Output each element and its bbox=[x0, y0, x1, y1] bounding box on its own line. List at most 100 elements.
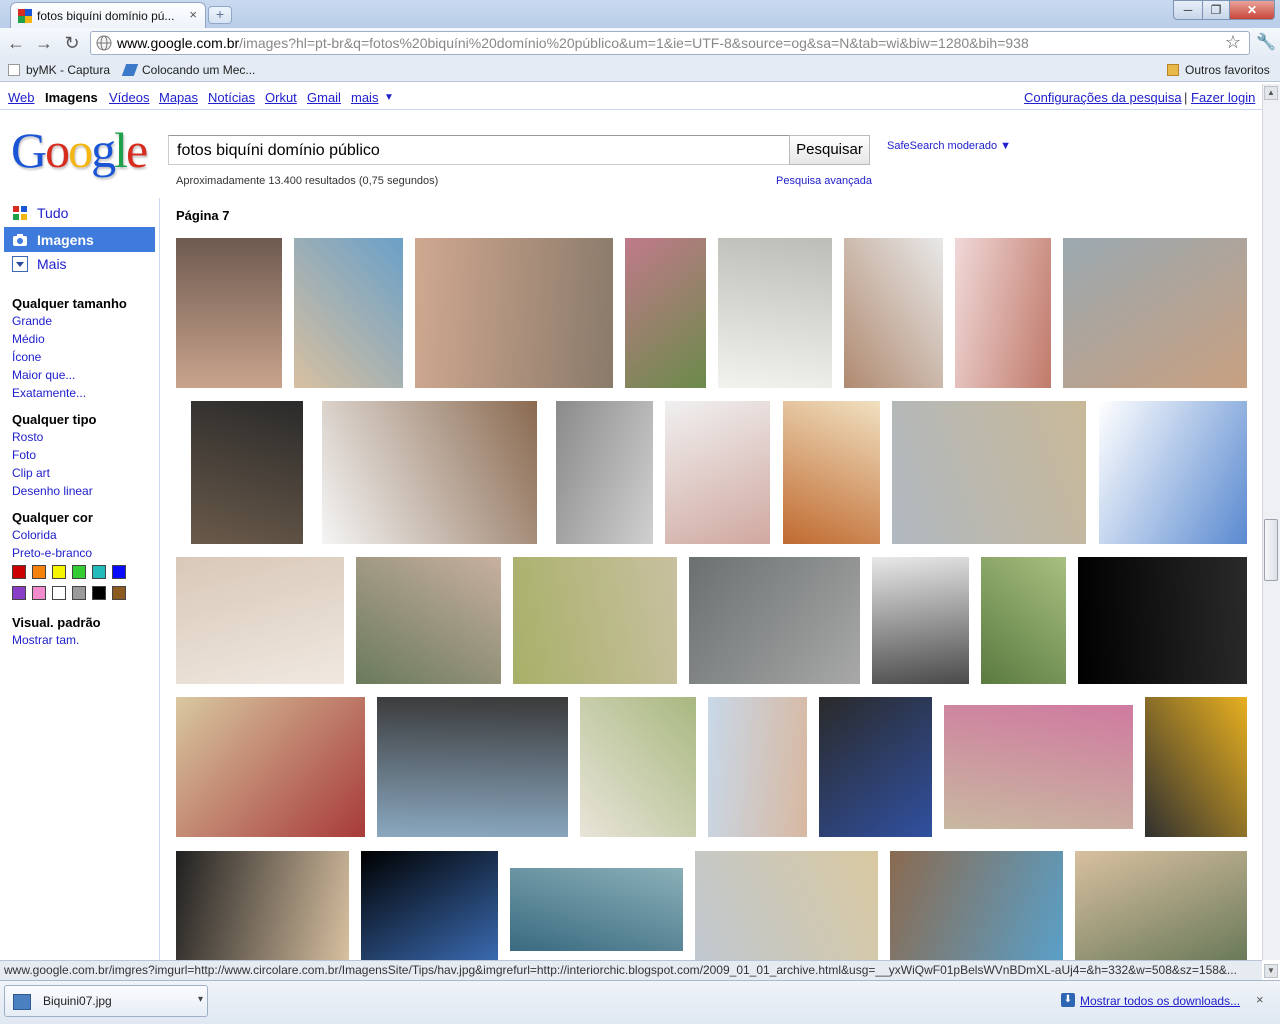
nav-item-all[interactable]: Tudo bbox=[12, 205, 68, 221]
color-swatch[interactable] bbox=[12, 586, 26, 600]
image-thumbnail[interactable] bbox=[625, 238, 706, 388]
tab-active[interactable]: fotos biquíni domínio pú... × bbox=[10, 2, 206, 28]
safesearch-dropdown[interactable]: SafeSearch moderado ▼ bbox=[887, 140, 1011, 152]
bookmark-item-capture[interactable]: byMK - Captura bbox=[8, 63, 110, 77]
filter-type-face[interactable]: Rosto bbox=[12, 430, 43, 444]
gbar-link-web[interactable]: Web bbox=[8, 90, 35, 105]
image-thumbnail[interactable] bbox=[322, 401, 537, 544]
image-thumbnail[interactable] bbox=[580, 697, 696, 837]
download-item[interactable]: Biquini07.jpg ▾ bbox=[4, 985, 208, 1017]
color-swatch[interactable] bbox=[92, 586, 106, 600]
nav-item-images[interactable]: Imagens bbox=[4, 227, 155, 252]
nav-item-more[interactable]: Mais bbox=[12, 256, 67, 272]
chevron-down-icon[interactable]: ▾ bbox=[198, 994, 203, 1005]
image-thumbnail[interactable] bbox=[176, 851, 349, 960]
scroll-thumb[interactable] bbox=[1264, 519, 1278, 581]
filter-color-full[interactable]: Colorida bbox=[12, 528, 57, 542]
search-settings-link[interactable]: Configurações da pesquisa bbox=[1024, 90, 1182, 105]
image-thumbnail[interactable] bbox=[981, 557, 1066, 684]
google-logo[interactable]: Google bbox=[11, 125, 148, 175]
login-link[interactable]: Fazer login bbox=[1191, 90, 1255, 105]
maximize-button[interactable]: ❐ bbox=[1202, 0, 1230, 20]
color-swatch[interactable] bbox=[52, 586, 66, 600]
image-thumbnail[interactable] bbox=[176, 697, 365, 837]
filter-color-heading[interactable]: Qualquer cor bbox=[12, 510, 93, 525]
bookmark-item-mec[interactable]: Colocando um Mec... bbox=[121, 63, 255, 77]
advanced-search-link[interactable]: Pesquisa avançada bbox=[776, 175, 872, 187]
image-thumbnail[interactable] bbox=[819, 697, 932, 837]
image-thumbnail[interactable] bbox=[1078, 557, 1247, 684]
image-thumbnail[interactable] bbox=[1063, 238, 1247, 388]
color-swatch[interactable] bbox=[32, 565, 46, 579]
image-thumbnail[interactable] bbox=[1145, 697, 1247, 837]
image-thumbnail[interactable] bbox=[513, 557, 677, 684]
scroll-down-icon[interactable]: ▼ bbox=[1264, 964, 1278, 978]
image-thumbnail[interactable] bbox=[361, 851, 498, 960]
filter-size-medium[interactable]: Médio bbox=[12, 332, 45, 346]
gbar-link-gmail[interactable]: Gmail bbox=[307, 90, 341, 105]
image-thumbnail[interactable] bbox=[783, 401, 880, 544]
gbar-link-orkut[interactable]: Orkut bbox=[265, 90, 297, 105]
image-thumbnail[interactable] bbox=[191, 401, 303, 544]
image-thumbnail[interactable] bbox=[708, 697, 807, 837]
search-input[interactable]: fotos biquíni domínio público bbox=[168, 135, 790, 165]
filter-size-larger[interactable]: Maior que... bbox=[12, 368, 75, 382]
new-tab-button[interactable]: + bbox=[208, 6, 232, 24]
filter-color-bw[interactable]: Preto-e-branco bbox=[12, 546, 92, 560]
image-thumbnail[interactable] bbox=[1099, 401, 1247, 544]
image-thumbnail[interactable] bbox=[377, 697, 568, 837]
minimize-button[interactable]: ─ bbox=[1173, 0, 1203, 20]
filter-size-large[interactable]: Grande bbox=[12, 314, 52, 328]
forward-button[interactable]: → bbox=[33, 33, 55, 53]
wrench-menu-icon[interactable]: 🔧 bbox=[1256, 32, 1276, 52]
image-thumbnail[interactable] bbox=[665, 401, 770, 544]
filter-type-photo[interactable]: Foto bbox=[12, 448, 36, 462]
scroll-up-icon[interactable]: ▲ bbox=[1264, 86, 1278, 100]
window-close-button[interactable]: ✕ bbox=[1229, 0, 1275, 20]
gbar-link-news[interactable]: Notícias bbox=[208, 90, 255, 105]
image-thumbnail[interactable] bbox=[872, 557, 969, 684]
back-button[interactable]: ← bbox=[5, 33, 27, 53]
image-thumbnail[interactable] bbox=[556, 401, 653, 544]
filter-size-heading[interactable]: Qualquer tamanho bbox=[12, 296, 127, 311]
image-thumbnail[interactable] bbox=[1075, 851, 1247, 960]
bookmark-star-icon[interactable]: ☆ bbox=[1225, 32, 1241, 53]
filter-size-exact[interactable]: Exatamente... bbox=[12, 386, 86, 400]
image-thumbnail[interactable] bbox=[944, 705, 1133, 829]
reload-button[interactable]: ↻ bbox=[61, 33, 83, 53]
image-thumbnail[interactable] bbox=[844, 238, 943, 388]
image-thumbnail[interactable] bbox=[294, 238, 403, 388]
color-swatch[interactable] bbox=[112, 565, 126, 579]
filter-size-icon[interactable]: Ícone bbox=[12, 350, 41, 364]
address-bar[interactable]: www.google.com.br/images?hl=pt-br&q=foto… bbox=[90, 31, 1250, 55]
color-swatch[interactable] bbox=[52, 565, 66, 579]
color-swatch[interactable] bbox=[112, 586, 126, 600]
filter-type-heading[interactable]: Qualquer tipo bbox=[12, 412, 97, 427]
other-bookmarks[interactable]: Outros favoritos bbox=[1167, 63, 1270, 77]
image-thumbnail[interactable] bbox=[695, 851, 878, 960]
image-thumbnail[interactable] bbox=[689, 557, 860, 684]
color-swatch[interactable] bbox=[12, 565, 26, 579]
shelf-close-icon[interactable]: × bbox=[1256, 992, 1264, 1007]
color-swatch[interactable] bbox=[32, 586, 46, 600]
tab-close-icon[interactable]: × bbox=[189, 7, 197, 22]
gbar-link-videos[interactable]: Vídeos bbox=[109, 90, 149, 105]
image-thumbnail[interactable] bbox=[890, 851, 1063, 960]
color-swatch[interactable] bbox=[72, 586, 86, 600]
image-thumbnail[interactable] bbox=[176, 238, 282, 388]
image-thumbnail[interactable] bbox=[415, 238, 613, 388]
color-swatch[interactable] bbox=[72, 565, 86, 579]
show-sizes-link[interactable]: Mostrar tam. bbox=[12, 633, 79, 647]
show-all-downloads-link[interactable]: Mostrar todos os downloads... bbox=[1080, 994, 1240, 1008]
gbar-link-more[interactable]: mais bbox=[351, 90, 378, 105]
image-thumbnail[interactable] bbox=[892, 401, 1086, 544]
filter-type-lineart[interactable]: Desenho linear bbox=[12, 484, 93, 498]
image-thumbnail[interactable] bbox=[510, 868, 683, 951]
color-swatch[interactable] bbox=[92, 565, 106, 579]
gbar-link-maps[interactable]: Mapas bbox=[159, 90, 198, 105]
image-thumbnail[interactable] bbox=[176, 557, 344, 684]
image-thumbnail[interactable] bbox=[955, 238, 1051, 388]
view-heading[interactable]: Visual. padrão bbox=[12, 615, 101, 630]
chevron-down-icon[interactable]: ▼ bbox=[384, 92, 394, 103]
search-button[interactable]: Pesquisar bbox=[789, 135, 870, 165]
